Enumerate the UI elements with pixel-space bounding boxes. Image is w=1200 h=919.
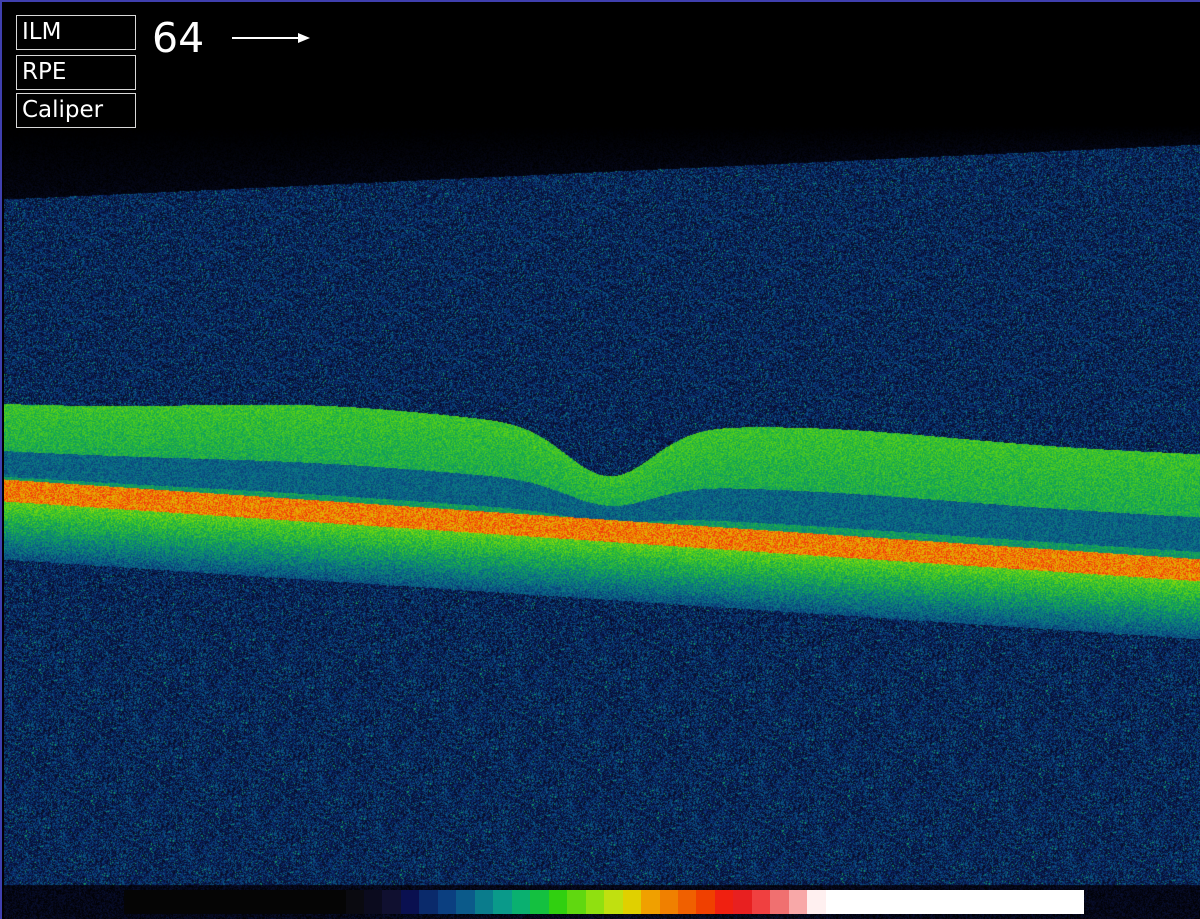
colorbar-swatch (419, 890, 438, 914)
colorbar-swatch (456, 890, 475, 914)
colorbar-swatch (364, 890, 383, 914)
colorbar-swatch (714, 890, 734, 914)
caliper-button[interactable]: Caliper (16, 93, 136, 128)
colorbar-swatch (807, 890, 826, 914)
colorbar-swatch (622, 890, 642, 914)
colorbar-swatch (585, 890, 605, 914)
colorbar-swatch (641, 890, 660, 914)
colorbar-swatch (825, 890, 1085, 914)
colorbar-swatch (530, 890, 549, 914)
colorbar-swatch (493, 890, 512, 914)
colorbar-swatch (124, 890, 346, 914)
rpe-button[interactable]: RPE (16, 55, 136, 90)
colorbar-swatch (788, 890, 808, 914)
colorbar-swatch (548, 890, 568, 914)
colorbar-swatch (382, 890, 401, 914)
colorbar-swatch (400, 890, 420, 914)
colorbar-swatch (677, 890, 697, 914)
intensity-colorbar (124, 890, 1085, 914)
scan-viewer-window: ILM RPE Caliper 64 (0, 0, 1200, 919)
oct-scan-image[interactable] (4, 4, 1200, 919)
colorbar-swatch (659, 890, 678, 914)
colorbar-swatch (567, 890, 586, 914)
colorbar-swatch (511, 890, 531, 914)
ilm-button[interactable]: ILM (16, 15, 136, 50)
colorbar-swatch (696, 890, 715, 914)
colorbar-swatch (437, 890, 457, 914)
colorbar-swatch (474, 890, 494, 914)
colorbar-swatch (751, 890, 771, 914)
colorbar-swatch (770, 890, 789, 914)
colorbar-swatch (345, 890, 364, 914)
right-arrow-icon (232, 33, 310, 43)
colorbar-swatch (733, 890, 752, 914)
colorbar-swatch (604, 890, 623, 914)
frame-number: 64 (152, 14, 205, 62)
